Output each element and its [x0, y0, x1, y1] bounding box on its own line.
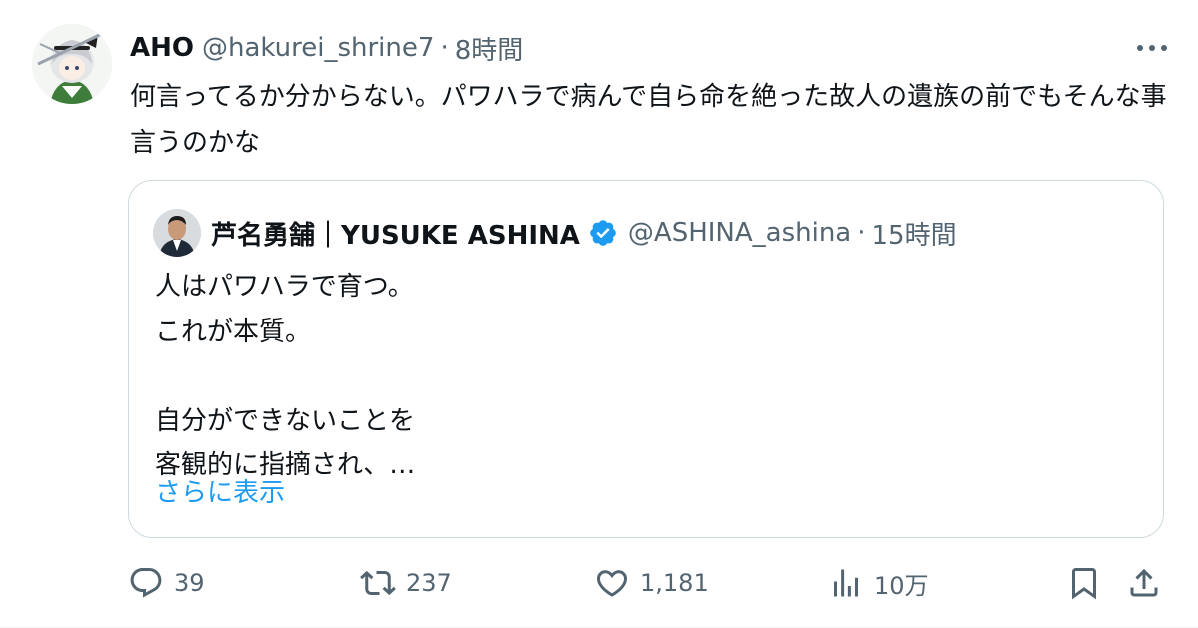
show-more-link[interactable]: さらに表示 [155, 473, 285, 513]
views-icon [834, 569, 858, 597]
share-button[interactable] [1126, 560, 1162, 606]
share-icon [1130, 568, 1158, 597]
tweet[interactable]: AHO @hakurei_shrine7 · 8時間 何言ってるか分からない。パ… [0, 0, 1198, 628]
retweet-count: 237 [406, 569, 452, 597]
more-options-button[interactable] [1132, 30, 1172, 66]
author-avatar[interactable] [32, 24, 112, 104]
views-button[interactable]: 10万 [828, 560, 929, 606]
tweet-timestamp[interactable]: 8時間 [455, 30, 524, 67]
tweet-header: AHO @hakurei_shrine7 · 8時間 [130, 28, 523, 68]
views-count: 10万 [874, 571, 929, 600]
retweet-button[interactable]: 237 [360, 560, 452, 606]
tweet-text: 何言ってるか分からない。パワハラで病んで自ら命を絶った故人の遺族の前でもそんな事… [130, 82, 1167, 158]
quoted-avatar-image [153, 209, 201, 257]
separator-dot: · [440, 33, 449, 63]
quoted-author-name[interactable]: 芦名勇舗｜YUSUKE ASHINA [211, 215, 580, 252]
quoted-author-handle[interactable]: @ASHINA_ashina [628, 218, 851, 248]
quoted-text-line: 自分ができないことを [155, 405, 416, 436]
quoted-tweet-card[interactable]: 芦名勇舗｜YUSUKE ASHINA @ASHINA_ashina · 15時間… [128, 180, 1164, 538]
like-button[interactable]: 1,181 [594, 560, 709, 606]
author-handle[interactable]: @hakurei_shrine7 [202, 33, 434, 63]
separator-dot: · [857, 218, 866, 248]
avatar-image [32, 24, 112, 104]
reply-button[interactable]: 39 [128, 560, 205, 606]
quoted-text-line [155, 354, 1135, 399]
verified-badge-icon [588, 218, 618, 248]
action-bar: 39 237 1,181 10万 [128, 560, 1168, 606]
quoted-tweet-header: 芦名勇舗｜YUSUKE ASHINA @ASHINA_ashina · 15時間 [211, 211, 957, 255]
more-icon [1137, 45, 1167, 51]
reply-count: 39 [174, 569, 205, 597]
quoted-text-line: 人はパワハラで育つ。 [155, 272, 414, 302]
like-count: 1,181 [640, 569, 709, 597]
author-name[interactable]: AHO [130, 33, 194, 63]
quoted-tweet-text: 人はパワハラで育つ。 これが本質。 自分ができないことを 客観的に指摘され、… [155, 265, 1135, 488]
quoted-text-line: これが本質。 [155, 316, 312, 347]
reply-icon [130, 568, 162, 598]
quoted-author-avatar[interactable] [153, 209, 201, 257]
heart-icon [596, 570, 628, 597]
bookmark-icon [1072, 568, 1096, 600]
quoted-tweet-timestamp[interactable]: 15時間 [872, 215, 957, 252]
retweet-icon [360, 570, 396, 596]
quoted-text-line: 客観的に指摘され、… [155, 450, 416, 480]
bookmark-button[interactable] [1066, 560, 1102, 606]
